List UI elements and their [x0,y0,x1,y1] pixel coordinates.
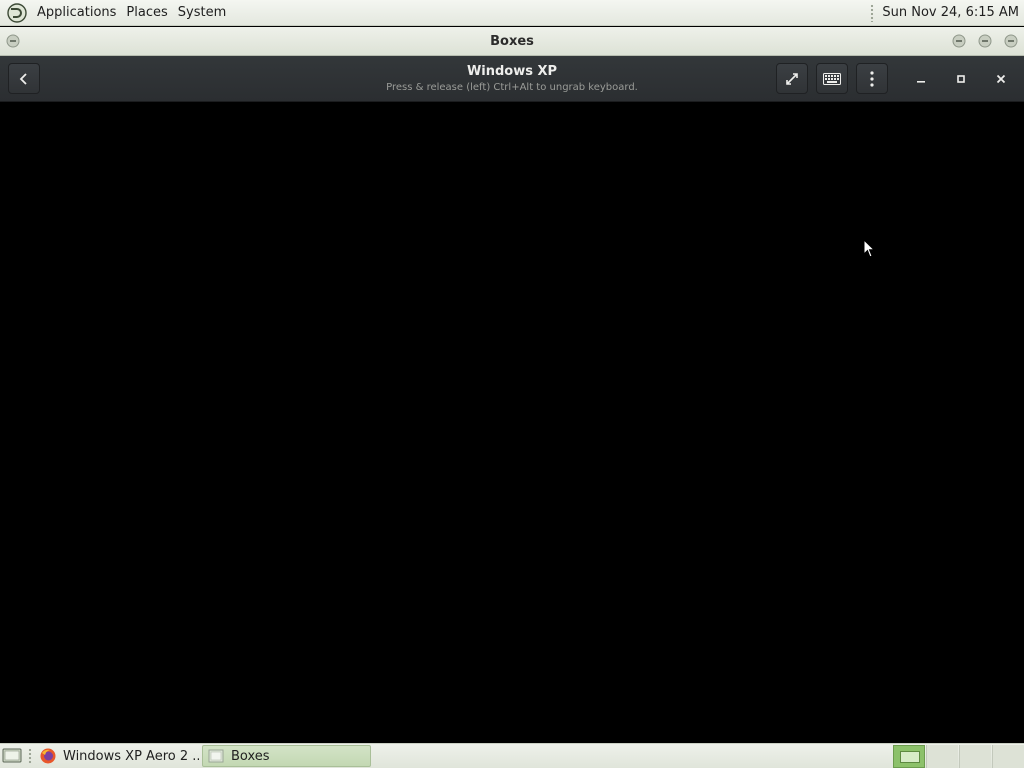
close-button[interactable] [989,67,1013,91]
clock[interactable]: Sun Nov 24, 6:15 AM [882,5,1024,20]
window-menu-icon[interactable] [6,34,20,48]
more-options-button[interactable] [856,63,888,94]
kebab-menu-icon [870,70,874,87]
minimize-icon [917,81,925,83]
keyboard-icon [823,72,841,85]
ungrab-hint: Press & release (left) Ctrl+Alt to ungra… [386,82,638,93]
top-panel: Applications Places System Sun Nov 24, 6… [0,0,1024,26]
keyboard-button[interactable] [816,63,848,94]
minimize-button[interactable] [909,67,933,91]
window-title: Boxes [490,33,534,49]
mate-logo-icon[interactable] [7,2,27,23]
titlebar-maximize-icon[interactable] [978,34,992,48]
workspace-4[interactable] [992,745,1024,768]
maximize-button[interactable] [949,67,973,91]
panel-grip-handle[interactable] [870,3,875,22]
maximize-icon [957,75,965,83]
boxes-headerbar: Windows XP Press & release (left) Ctrl+A… [0,56,1024,102]
fullscreen-icon [786,72,798,85]
menu-applications[interactable]: Applications [32,0,121,26]
workspace-2[interactable] [926,745,958,768]
taskbar-item-firefox[interactable]: Windows XP Aero 2 ... [35,745,199,767]
taskbar-item-label: Windows XP Aero 2 ... [63,748,199,764]
back-button[interactable] [8,63,40,94]
show-desktop-icon[interactable] [2,747,22,765]
menu-places[interactable]: Places [121,0,172,26]
taskbar-item-label: Boxes [231,748,270,764]
close-icon [996,74,1006,84]
workspace-3[interactable] [959,745,991,768]
workspace-1[interactable] [893,745,925,768]
titlebar-close-icon[interactable] [1004,34,1018,48]
chevron-left-icon [19,72,27,85]
taskbar-item-boxes[interactable]: Boxes [202,745,371,767]
bottom-panel: Windows XP Aero 2 ... Boxes [0,743,1024,768]
menu-system[interactable]: System [173,0,231,26]
vm-display[interactable] [0,103,1024,743]
vm-title: Windows XP [466,64,558,79]
boxes-app-icon [208,749,224,763]
mouse-pointer-icon [863,239,875,258]
firefox-icon [40,748,56,764]
fullscreen-button[interactable] [776,63,808,94]
panel-grip-handle[interactable] [28,748,32,764]
titlebar-minimize-icon[interactable] [952,34,966,48]
window-titlebar[interactable]: Boxes [0,27,1024,56]
